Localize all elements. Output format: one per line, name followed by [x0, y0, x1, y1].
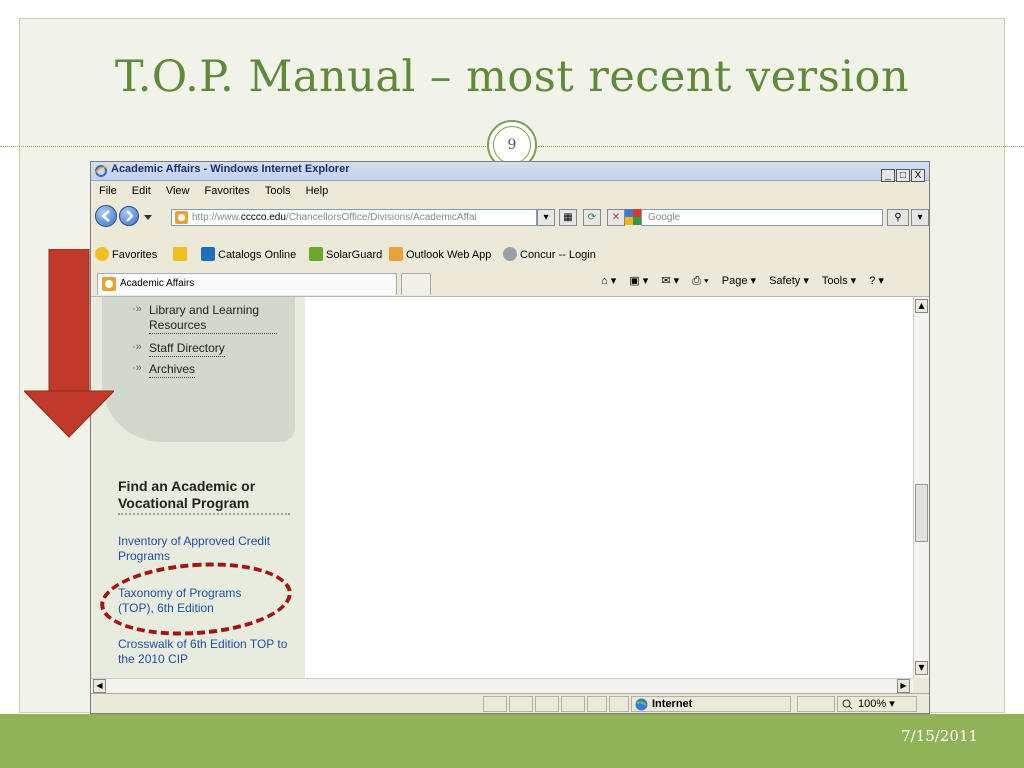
mail-icon[interactable]: ✉ ▾ [661, 275, 679, 287]
scroll-up-button[interactable]: ▲ [915, 299, 928, 313]
address-toolbar: http://www.cccco.edu/ChancellorsOffice/D… [91, 202, 929, 230]
menu-help[interactable]: Help [306, 182, 329, 200]
nav-staff-directory[interactable]: Staff Directory [149, 341, 225, 357]
back-button[interactable] [95, 205, 117, 227]
add-to-favorites-icon [173, 247, 187, 261]
print-icon[interactable]: ⎙ ▾ [692, 275, 708, 287]
red-down-arrow [24, 249, 114, 438]
refresh-button[interactable]: ⟳ [583, 209, 601, 226]
forward-button[interactable] [119, 206, 139, 226]
nav-archives[interactable]: Archives [149, 362, 196, 378]
favorites-bar: Favorites Catalogs Online SolarGuard Out… [91, 244, 929, 266]
concur-icon [503, 247, 517, 261]
vertical-scrollbar[interactable]: ▲ ▼ [913, 297, 929, 678]
help-icon[interactable]: ? ▾ [869, 275, 884, 287]
page-menu[interactable]: Page ▾ [722, 275, 756, 287]
protected-mode-button[interactable] [797, 696, 835, 712]
section-heading: Find an Academic or Vocational Program [118, 478, 256, 511]
minimize-button[interactable]: _ [881, 169, 895, 182]
back-arrow-icon [101, 210, 110, 222]
address-domain: cccco.edu [240, 212, 286, 223]
forward-arrow-icon [126, 210, 134, 222]
internet-zone: Internet [631, 696, 791, 712]
link-inventory-credit-programs[interactable]: Inventory of Approved Credit Programs [118, 534, 298, 564]
solarguard-icon [309, 247, 323, 261]
compatibility-view-button[interactable]: ▦ [559, 209, 577, 226]
stop-button[interactable]: ✕ [607, 209, 625, 226]
globe-icon [635, 698, 648, 711]
search-button[interactable]: ⚲ [887, 209, 909, 226]
zoom-control[interactable]: 100% ▾ [837, 696, 917, 712]
status-bar: Internet 100% ▾ [91, 693, 929, 713]
scroll-left-button[interactable]: ◀ [93, 679, 106, 693]
scroll-thumb[interactable] [915, 484, 928, 542]
tab-academic-affairs[interactable]: Academic Affairs [97, 273, 397, 295]
nav-bullet-icon: ·» [132, 303, 142, 315]
slide-title: T.O.P. Manual – most recent version [114, 52, 910, 102]
zoom-icon [842, 699, 853, 710]
close-button[interactable]: X [911, 169, 925, 182]
status-segment [561, 696, 585, 712]
menu-view[interactable]: View [166, 182, 190, 200]
status-segment [509, 696, 533, 712]
page-number: 9 [493, 126, 531, 164]
scroll-right-button[interactable]: ▶ [897, 679, 910, 693]
page-favicon-icon [175, 211, 188, 224]
outlook-icon [389, 247, 403, 261]
new-tab-button[interactable] [401, 273, 431, 295]
window-titlebar: Academic Affairs - Windows Internet Expl… [91, 162, 929, 182]
command-bar: ⌂ ▾ ▣ ▾ ✉ ▾ ⎙ ▾ Page ▾ Safety ▾ Tools ▾ … [591, 274, 884, 288]
feeds-icon[interactable]: ▣ ▾ [629, 275, 648, 287]
safety-menu[interactable]: Safety ▾ [769, 275, 809, 287]
address-input[interactable]: http://www.cccco.edu/ChancellorsOffice/D… [171, 209, 537, 226]
status-segment [483, 696, 507, 712]
search-input[interactable]: Google [641, 209, 883, 226]
favorite-solarguard[interactable]: SolarGuard [309, 247, 382, 263]
ie-logo-icon [94, 165, 108, 177]
address-path: /ChancellorsOffice/Divisions/AcademicAff… [285, 212, 477, 223]
menu-bar: File Edit View Favorites Tools Help [91, 182, 929, 201]
title-divider-left [0, 146, 486, 147]
favorite-concur-login[interactable]: Concur -- Login [503, 247, 596, 263]
favorite-outlook-web-app[interactable]: Outlook Web App [389, 247, 491, 263]
nav-bullet-icon: ·» [132, 341, 142, 353]
search-options-button[interactable]: ▾ [911, 209, 929, 226]
google-logo-icon [625, 209, 641, 225]
menu-tools[interactable]: Tools [265, 182, 291, 200]
address-prefix: http://www. [192, 212, 241, 223]
slide-date: 7/15/2011 [901, 727, 978, 745]
scroll-down-button[interactable]: ▼ [915, 661, 928, 675]
status-segment [535, 696, 559, 712]
heading-divider [118, 513, 290, 515]
favorite-catalogs-online[interactable]: Catalogs Online [201, 247, 296, 263]
history-dropdown-icon[interactable] [143, 214, 153, 222]
nav-bullet-icon: ·» [132, 362, 142, 374]
title-divider-right [538, 146, 1024, 147]
nav-library-resources[interactable]: Library and Learning Resources [149, 303, 277, 334]
window-title: Academic Affairs - Windows Internet Expl… [111, 163, 350, 175]
link-crosswalk-top-cip[interactable]: Crosswalk of 6th Edition TOP to the 2010… [118, 637, 298, 667]
status-segment [587, 696, 607, 712]
menu-favorites[interactable]: Favorites [205, 182, 250, 200]
address-dropdown-button[interactable]: ▾ [537, 209, 555, 226]
horizontal-scrollbar[interactable]: ◀ ▶ [91, 678, 913, 693]
add-favorite-button[interactable] [173, 247, 190, 263]
menu-edit[interactable]: Edit [132, 182, 151, 200]
tools-menu[interactable]: Tools ▾ [822, 275, 856, 287]
window-controls: _ □ X [880, 163, 925, 182]
home-icon[interactable]: ⌂ ▾ [601, 275, 616, 287]
status-segment [609, 696, 629, 712]
slide-footer-bar [0, 714, 1024, 768]
menu-file[interactable]: File [99, 182, 117, 200]
catalogs-online-icon [201, 247, 215, 261]
maximize-button[interactable]: □ [896, 169, 910, 182]
